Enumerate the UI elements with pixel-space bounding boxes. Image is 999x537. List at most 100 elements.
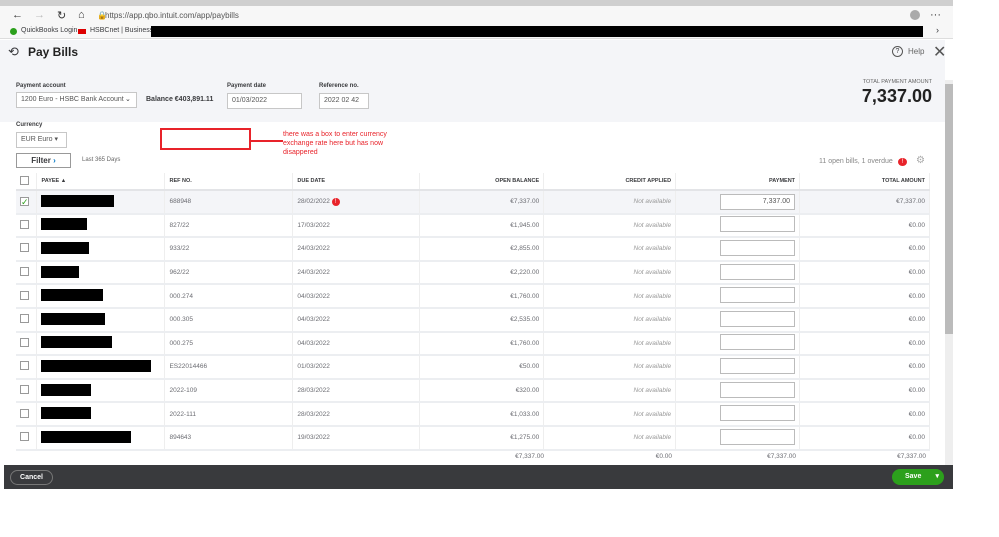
open-balance-cell: €1,760.00 — [419, 331, 545, 357]
payment-input[interactable] — [720, 239, 796, 256]
payment-input[interactable] — [720, 287, 796, 304]
scrollbar[interactable] — [945, 80, 953, 465]
payment-input[interactable] — [720, 263, 796, 280]
payment-account-select[interactable]: 1200 Euro - HSBC Bank Account — [16, 92, 137, 108]
forward-icon[interactable]: → — [34, 9, 45, 21]
account-balance: Balance €403,891.11 — [146, 96, 214, 103]
help-link[interactable]: Help — [908, 47, 924, 56]
bills-table: PAYEE ▲ REF NO. DUE DATE OPEN BALANCE CR… — [16, 173, 930, 451]
overdue-icon: ! — [898, 158, 907, 166]
refresh-icon[interactable]: ↻ — [57, 9, 66, 22]
ref-cell: 827/22 — [164, 213, 294, 239]
url-input[interactable]: https://app.qbo.intuit.com/app/paybills — [105, 9, 355, 23]
row-checkbox[interactable] — [20, 408, 29, 418]
total-amount-cell: €0.00 — [799, 260, 930, 286]
save-button[interactable]: Save ▾ — [892, 469, 944, 485]
redacted-payee — [41, 359, 152, 372]
due-date: 28/03/2022 — [297, 410, 330, 418]
payment-input[interactable] — [720, 428, 796, 445]
credit-applied-cell: Not available — [543, 260, 677, 286]
payee-cell — [36, 237, 166, 262]
table-row: 827/22 17/03/2022 €1,945.00 Not availabl… — [16, 213, 930, 239]
bookmark-hsbc[interactable]: HSBCnet | Business... — [90, 27, 159, 34]
due-date: 04/03/2022 — [297, 339, 330, 347]
row-checkbox[interactable] — [20, 432, 29, 442]
payment-input[interactable] — [720, 216, 796, 233]
home-icon[interactable]: ⌂ — [78, 9, 85, 21]
reference-label: Reference no. — [319, 83, 359, 89]
chevron-right-icon[interactable]: › — [936, 25, 939, 35]
due-date-cell: 17/03/2022 — [292, 213, 421, 239]
due-date: 19/03/2022 — [297, 434, 330, 442]
column-payment[interactable]: PAYMENT — [675, 173, 801, 191]
due-date: 01/03/2022 — [297, 363, 330, 371]
due-date: 28/03/2022 — [297, 387, 330, 395]
column-due-date[interactable]: DUE DATE — [292, 173, 421, 191]
close-icon[interactable]: ✕ — [933, 42, 946, 62]
reference-input[interactable]: 2022 02 42 — [319, 93, 369, 109]
row-checkbox[interactable] — [20, 314, 29, 324]
row-checkbox[interactable] — [20, 337, 29, 347]
row-checkbox[interactable] — [20, 243, 29, 253]
total-amount-cell: €0.00 — [799, 237, 930, 262]
hsbc-icon — [78, 29, 86, 34]
chevron-down-icon[interactable]: ⌄ — [125, 95, 131, 103]
table-row: 000.305 04/03/2022 €2,535.00 Not availab… — [16, 307, 930, 333]
gear-icon[interactable]: ⚙ — [916, 155, 925, 166]
column-ref-no[interactable]: REF NO. — [164, 173, 294, 191]
row-checkbox[interactable] — [20, 290, 29, 300]
column-open-balance[interactable]: OPEN BALANCE — [419, 173, 545, 191]
payment-date-input[interactable]: 01/03/2022 — [227, 93, 302, 109]
row-checkbox[interactable]: ✓ — [20, 196, 29, 206]
totals-row: €7,337.00 €0.00 €7,337.00 €7,337.00 — [16, 453, 930, 463]
due-date-cell: 01/03/2022 — [292, 355, 421, 380]
row-checkbox[interactable] — [20, 219, 29, 229]
open-balance-cell: €1,760.00 — [419, 284, 545, 309]
cancel-button[interactable]: Cancel — [10, 470, 53, 485]
redacted-payee — [41, 383, 92, 396]
ref-cell: 688948 — [164, 190, 294, 215]
ref-cell: 962/22 — [164, 260, 294, 286]
total-amount-cell: €0.00 — [799, 331, 930, 357]
column-credit-applied[interactable]: CREDIT APPLIED — [543, 173, 677, 191]
pay-bills-icon: ⟲ — [8, 44, 19, 59]
payment-input[interactable] — [720, 357, 796, 374]
table-row: ES22014466 01/03/2022 €50.00 Not availab… — [16, 355, 930, 380]
profile-avatar[interactable] — [910, 10, 920, 20]
table-row: 000.274 04/03/2022 €1,760.00 Not availab… — [16, 284, 930, 309]
select-all-checkbox[interactable] — [20, 175, 29, 185]
column-total-amount[interactable]: TOTAL AMOUNT — [799, 173, 930, 191]
payment-input[interactable] — [720, 310, 796, 327]
back-icon[interactable]: ← — [12, 9, 23, 21]
row-checkbox[interactable] — [20, 267, 29, 277]
total-amount: €7,337.00 — [897, 453, 926, 460]
payee-cell — [36, 213, 166, 239]
redacted-bookmarks — [151, 26, 923, 37]
payment-input[interactable]: 7,337.00 — [720, 193, 796, 210]
row-checkbox[interactable] — [20, 385, 29, 395]
filter-button[interactable]: Filter › — [16, 153, 71, 168]
payee-cell — [36, 260, 166, 286]
total-amount-cell: €0.00 — [799, 284, 930, 309]
payment-input[interactable] — [720, 381, 796, 398]
help-icon[interactable]: ? — [892, 46, 903, 57]
bookmark-quickbooks[interactable]: QuickBooks Login — [21, 27, 77, 34]
payment-input[interactable] — [720, 334, 796, 351]
column-payee[interactable]: PAYEE ▲ — [36, 173, 166, 191]
redacted-payee — [41, 218, 88, 231]
row-checkbox[interactable] — [20, 361, 29, 371]
due-date-cell: 24/03/2022 — [292, 237, 421, 262]
filter-range: Last 365 Days — [82, 157, 121, 163]
payee-cell — [36, 190, 166, 215]
more-icon[interactable]: ··· — [930, 9, 941, 21]
currency-select[interactable]: EUR Euro ▾ — [16, 132, 67, 148]
credit-applied-cell: Not available — [543, 331, 677, 357]
due-date-cell: 04/03/2022 — [292, 284, 421, 309]
payment-account-label: Payment account — [16, 83, 66, 89]
caret-down-icon[interactable]: ▾ — [935, 469, 939, 485]
open-balance-cell: €2,535.00 — [419, 307, 545, 333]
ref-cell: 2022-111 — [164, 402, 294, 427]
due-date-cell: 28/02/2022 ! — [292, 190, 421, 215]
payment-input[interactable] — [720, 405, 796, 422]
due-date-cell: 04/03/2022 — [292, 331, 421, 357]
